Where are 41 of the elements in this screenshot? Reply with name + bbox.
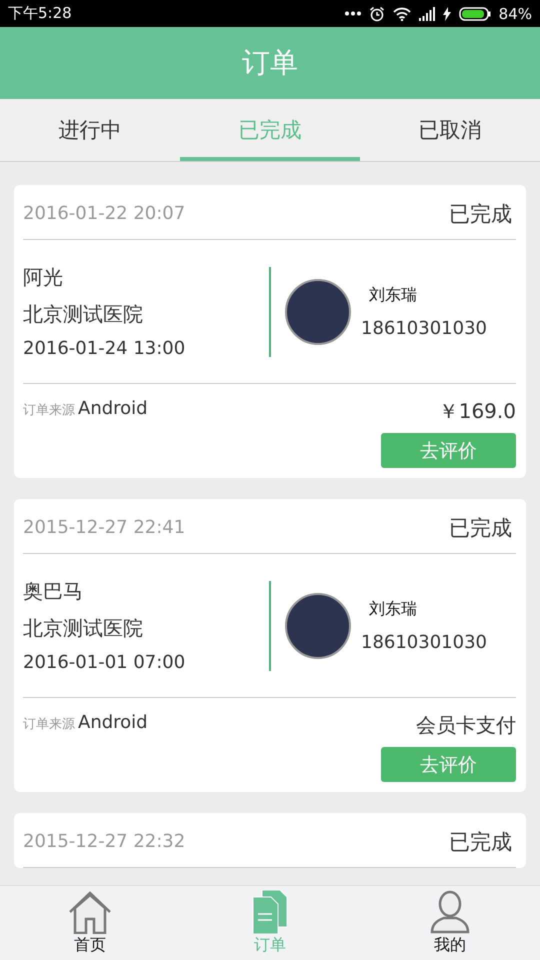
- order-time: 2016-01-22 20:07: [23, 203, 186, 224]
- source-value: Android: [78, 398, 148, 419]
- payment-info: ￥169.0: [438, 398, 516, 425]
- phone-number: 18610301030: [361, 318, 487, 338]
- order-card[interactable]: 2015-12-27 22:41 已完成 奥巴马 北京测试医院 2016-01-01 07:00 刘东瑞 18610301030 订单来源 Android 会员卡支付 去评价: [14, 499, 526, 792]
- order-time: 2015-12-27 22:32: [23, 831, 186, 852]
- source-label: 订单来源: [23, 402, 75, 419]
- nav-tab[interactable]: 我的: [360, 886, 540, 960]
- hospital-name: 北京测试医院: [23, 301, 144, 328]
- documents-icon: [252, 890, 288, 934]
- battery-percent: 84%: [498, 4, 532, 22]
- payment-info: 会员卡支付: [416, 712, 516, 739]
- signal-icon: [418, 6, 435, 20]
- battery-icon: [458, 6, 491, 20]
- doctor-name: 刘东瑞: [369, 598, 418, 620]
- alarm-clock-icon: [368, 6, 385, 22]
- source-label: 订单来源: [23, 716, 75, 733]
- tab[interactable]: 已取消: [360, 99, 540, 161]
- order-card[interactable]: 2016-01-22 20:07 已完成 阿光 北京测试医院 2016-01-24 13:00 刘东瑞 18610301030 订单来源 Android ￥169.0 去评价: [14, 185, 526, 478]
- patient-name: 阿光: [23, 264, 64, 291]
- page-title: 订单: [242, 45, 298, 81]
- order-status: 已完成: [449, 200, 512, 228]
- appointment-time: 2016-01-24 13:00: [23, 338, 186, 359]
- order-time: 2015-12-27 22:41: [23, 517, 186, 538]
- tab[interactable]: 进行中: [0, 99, 180, 161]
- status-time: 下午5:28: [8, 4, 72, 23]
- nav-tab[interactable]: 首页: [0, 886, 180, 960]
- person-icon: [430, 890, 470, 934]
- home-icon: [68, 890, 112, 934]
- appointment-time: 2016-01-01 07:00: [23, 652, 186, 673]
- doctor-name: 刘东瑞: [369, 284, 418, 306]
- source-value: Android: [78, 712, 148, 733]
- phone-number: 18610301030: [361, 632, 487, 652]
- more-dots-icon: [344, 11, 361, 16]
- wifi-icon: [392, 6, 411, 20]
- patient-name: 奥巴马: [23, 578, 84, 605]
- order-status: 已完成: [449, 514, 512, 542]
- order-card[interactable]: 2015-12-27 22:32 已完成: [14, 813, 526, 868]
- hospital-name: 北京测试医院: [23, 615, 144, 642]
- order-status: 已完成: [449, 828, 512, 856]
- charging-bolt-icon: [442, 6, 451, 20]
